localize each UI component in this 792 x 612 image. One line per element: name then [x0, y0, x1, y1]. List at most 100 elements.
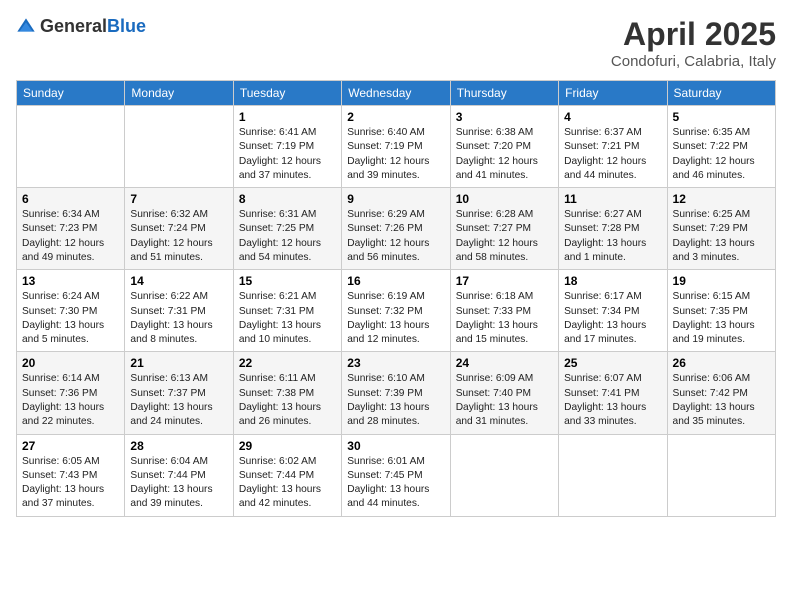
header-sunday: Sunday [17, 81, 125, 106]
day-detail: Sunrise: 6:32 AM Sunset: 7:24 PM Dayligh… [130, 208, 227, 265]
day-number: 23 [347, 356, 444, 370]
table-row [17, 106, 125, 188]
day-detail: Sunrise: 6:17 AM Sunset: 7:34 PM Dayligh… [564, 290, 661, 347]
day-number: 12 [673, 192, 770, 206]
table-row: 23 Sunrise: 6:10 AM Sunset: 7:39 PM Dayli… [342, 352, 450, 434]
day-number: 11 [564, 192, 661, 206]
day-number: 29 [239, 439, 336, 453]
day-number: 10 [456, 192, 553, 206]
header-monday: Monday [125, 81, 233, 106]
day-detail: Sunrise: 6:31 AM Sunset: 7:25 PM Dayligh… [239, 208, 336, 265]
table-row: 2Sunrise: 6:40 AM Sunset: 7:19 PM Daylig… [342, 106, 450, 188]
table-row: 15 Sunrise: 6:21 AM Sunset: 7:31 PM Dayli… [233, 270, 341, 352]
page: GeneralBlue April 2025 Condofuri, Calabr… [0, 0, 792, 612]
calendar-week-row: 27Sunrise: 6:05 AM Sunset: 7:43 PM Dayli… [17, 434, 776, 516]
logo-blue: Blue [107, 16, 146, 36]
day-number: 4 [564, 110, 661, 124]
day-detail: Sunrise: 6:28 AM Sunset: 7:27 PM Dayligh… [456, 208, 553, 265]
table-row: 18 Sunrise: 6:17 AM Sunset: 7:34 PM Dayli… [559, 270, 667, 352]
day-number: 15 [239, 274, 336, 288]
table-row: 13Sunrise: 6:24 AM Sunset: 7:30 PM Dayli… [17, 270, 125, 352]
table-row [450, 434, 558, 516]
title-block: April 2025 Condofuri, Calabria, Italy [611, 16, 776, 70]
table-row: 22 Sunrise: 6:11 AM Sunset: 7:38 PM Dayli… [233, 352, 341, 434]
day-detail: Sunrise: 6:27 AM Sunset: 7:28 PM Dayligh… [564, 208, 661, 265]
day-detail: Sunrise: 6:37 AM Sunset: 7:21 PM Dayligh… [564, 126, 661, 183]
day-number: 17 [456, 274, 553, 288]
header-thursday: Thursday [450, 81, 558, 106]
table-row: 8 Sunrise: 6:31 AM Sunset: 7:25 PM Daylig… [233, 188, 341, 270]
day-number: 19 [673, 274, 770, 288]
day-detail: Sunrise: 6:34 AM Sunset: 7:23 PM Dayligh… [22, 208, 119, 265]
day-detail: Sunrise: 6:41 AM Sunset: 7:19 PM Dayligh… [239, 126, 336, 183]
day-number: 21 [130, 356, 227, 370]
header-tuesday: Tuesday [233, 81, 341, 106]
table-row: 25 Sunrise: 6:07 AM Sunset: 7:41 PM Dayli… [559, 352, 667, 434]
day-detail: Sunrise: 6:10 AM Sunset: 7:39 PM Dayligh… [347, 372, 444, 429]
day-detail: Sunrise: 6:09 AM Sunset: 7:40 PM Dayligh… [456, 372, 553, 429]
logo-icon [16, 17, 36, 37]
logo-general: General [40, 16, 107, 36]
month-title: April 2025 [611, 16, 776, 53]
calendar-week-row: 20Sunrise: 6:14 AM Sunset: 7:36 PM Dayli… [17, 352, 776, 434]
table-row: 12 Sunrise: 6:25 AM Sunset: 7:29 PM Dayli… [667, 188, 775, 270]
table-row: 21 Sunrise: 6:13 AM Sunset: 7:37 PM Dayli… [125, 352, 233, 434]
day-number: 1 [239, 110, 336, 124]
day-detail: Sunrise: 6:38 AM Sunset: 7:20 PM Dayligh… [456, 126, 553, 183]
table-row: 30Sunrise: 6:01 AM Sunset: 7:45 PM Dayli… [342, 434, 450, 516]
table-row: 11 Sunrise: 6:27 AM Sunset: 7:28 PM Dayli… [559, 188, 667, 270]
day-number: 8 [239, 192, 336, 206]
day-detail: Sunrise: 6:15 AM Sunset: 7:35 PM Dayligh… [673, 290, 770, 347]
table-row: 27Sunrise: 6:05 AM Sunset: 7:43 PM Dayli… [17, 434, 125, 516]
header-friday: Friday [559, 81, 667, 106]
day-detail: Sunrise: 6:07 AM Sunset: 7:41 PM Dayligh… [564, 372, 661, 429]
calendar: Sunday Monday Tuesday Wednesday Thursday… [16, 80, 776, 517]
table-row: 3 Sunrise: 6:38 AM Sunset: 7:20 PM Daylig… [450, 106, 558, 188]
table-row: 16Sunrise: 6:19 AM Sunset: 7:32 PM Dayli… [342, 270, 450, 352]
day-number: 2 [347, 110, 444, 124]
day-detail: Sunrise: 6:11 AM Sunset: 7:38 PM Dayligh… [239, 372, 336, 429]
day-number: 16 [347, 274, 444, 288]
logo-text: GeneralBlue [40, 16, 146, 37]
day-number: 6 [22, 192, 119, 206]
day-number: 18 [564, 274, 661, 288]
day-detail: Sunrise: 6:35 AM Sunset: 7:22 PM Dayligh… [673, 126, 770, 183]
table-row: 6 Sunrise: 6:34 AM Sunset: 7:23 PM Daylig… [17, 188, 125, 270]
day-number: 26 [673, 356, 770, 370]
day-detail: Sunrise: 6:25 AM Sunset: 7:29 PM Dayligh… [673, 208, 770, 265]
day-number: 14 [130, 274, 227, 288]
calendar-week-row: 1 Sunrise: 6:41 AM Sunset: 7:19 PM Daylig… [17, 106, 776, 188]
calendar-week-row: 13Sunrise: 6:24 AM Sunset: 7:30 PM Dayli… [17, 270, 776, 352]
day-detail: Sunrise: 6:21 AM Sunset: 7:31 PM Dayligh… [239, 290, 336, 347]
day-number: 25 [564, 356, 661, 370]
day-detail: Sunrise: 6:04 AM Sunset: 7:44 PM Dayligh… [130, 455, 227, 512]
logo: GeneralBlue [16, 16, 146, 37]
table-row: 24Sunrise: 6:09 AM Sunset: 7:40 PM Dayli… [450, 352, 558, 434]
table-row: 1 Sunrise: 6:41 AM Sunset: 7:19 PM Daylig… [233, 106, 341, 188]
table-row: 28Sunrise: 6:04 AM Sunset: 7:44 PM Dayli… [125, 434, 233, 516]
table-row: 9 Sunrise: 6:29 AM Sunset: 7:26 PM Daylig… [342, 188, 450, 270]
day-detail: Sunrise: 6:13 AM Sunset: 7:37 PM Dayligh… [130, 372, 227, 429]
day-detail: Sunrise: 6:06 AM Sunset: 7:42 PM Dayligh… [673, 372, 770, 429]
day-number: 9 [347, 192, 444, 206]
day-detail: Sunrise: 6:02 AM Sunset: 7:44 PM Dayligh… [239, 455, 336, 512]
day-detail: Sunrise: 6:18 AM Sunset: 7:33 PM Dayligh… [456, 290, 553, 347]
day-detail: Sunrise: 6:29 AM Sunset: 7:26 PM Dayligh… [347, 208, 444, 265]
table-row: 14Sunrise: 6:22 AM Sunset: 7:31 PM Dayli… [125, 270, 233, 352]
day-number: 7 [130, 192, 227, 206]
table-row: 19 Sunrise: 6:15 AM Sunset: 7:35 PM Dayli… [667, 270, 775, 352]
table-row [559, 434, 667, 516]
day-number: 30 [347, 439, 444, 453]
day-detail: Sunrise: 6:24 AM Sunset: 7:30 PM Dayligh… [22, 290, 119, 347]
day-number: 27 [22, 439, 119, 453]
table-row: 4 Sunrise: 6:37 AM Sunset: 7:21 PM Daylig… [559, 106, 667, 188]
day-number: 3 [456, 110, 553, 124]
day-number: 22 [239, 356, 336, 370]
calendar-week-row: 6 Sunrise: 6:34 AM Sunset: 7:23 PM Daylig… [17, 188, 776, 270]
day-number: 5 [673, 110, 770, 124]
day-number: 20 [22, 356, 119, 370]
location: Condofuri, Calabria, Italy [611, 53, 776, 70]
table-row: 10 Sunrise: 6:28 AM Sunset: 7:27 PM Dayli… [450, 188, 558, 270]
table-row: 5 Sunrise: 6:35 AM Sunset: 7:22 PM Daylig… [667, 106, 775, 188]
weekday-header-row: Sunday Monday Tuesday Wednesday Thursday… [17, 81, 776, 106]
